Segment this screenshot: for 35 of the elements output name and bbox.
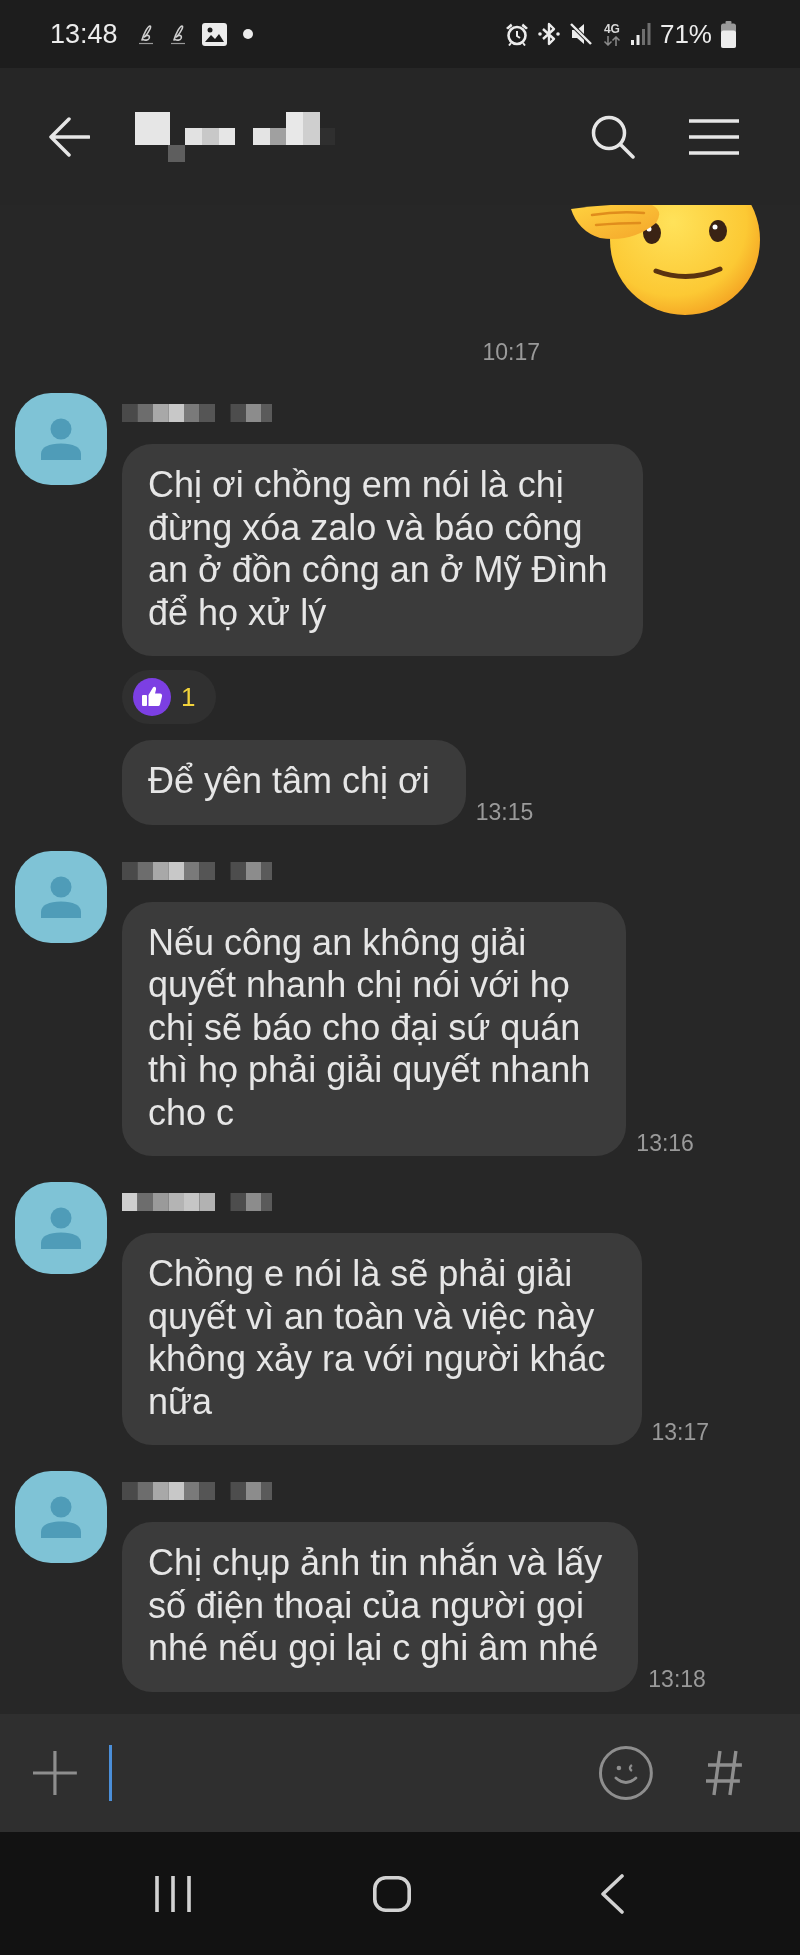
- signature-icon: [137, 23, 154, 45]
- status-time: 13:48: [50, 18, 118, 50]
- menu-icon[interactable]: [688, 118, 740, 155]
- saluting-face-icon: [570, 205, 760, 315]
- network-type: 4G: [603, 22, 620, 35]
- signature-icon: [169, 23, 186, 45]
- back-arrow-icon[interactable]: [48, 116, 90, 157]
- image-icon: [201, 22, 227, 46]
- battery-percent: 71%: [659, 18, 712, 50]
- recent-apps-icon[interactable]: [155, 1875, 191, 1912]
- alarm-clock-icon: [504, 22, 529, 46]
- home-icon[interactable]: [373, 1875, 411, 1912]
- battery-icon: [721, 20, 736, 48]
- plus-icon[interactable]: [32, 1750, 78, 1796]
- signal-icon: [630, 23, 651, 45]
- data-arrows-icon: [601, 35, 622, 46]
- notification-dot-icon: [242, 29, 253, 39]
- message-time: 13:16: [636, 1130, 694, 1156]
- muted-speaker-icon: [568, 22, 593, 46]
- message-bubble: Chị ơi chồng em nói là chị đừng xóa zalo và báo công an ở đồn công an ở Mỹ Đình để họ xử lý: [122, 444, 644, 656]
- bluetooth-icon: [537, 22, 560, 46]
- message-bubble: Để yên tâm chị ơi: [122, 740, 466, 825]
- message-time: 13:17: [651, 1419, 710, 1445]
- smiley-icon[interactable]: [599, 1746, 654, 1800]
- thumbs-up-icon: [133, 678, 171, 716]
- message-bubble: Nếu công an không giải quyết nhanh chị nói với họ chị sẽ báo cho đại sứ quán thì họ phải giải quyết nhanh cho c: [122, 901, 627, 1156]
- hash-icon[interactable]: [705, 1750, 743, 1796]
- message-time: 10:17: [482, 339, 540, 365]
- reaction-button[interactable]: 1: [122, 670, 217, 724]
- message-bubble: Chị chụp ảnh tin nhắn và lấy số điện thoại của người gọi nhé nếu gọi lại c ghi âm nhé: [122, 1522, 639, 1692]
- message-time: 13:15: [475, 798, 534, 825]
- search-icon[interactable]: [591, 114, 635, 159]
- message-bubble: Chồng e nói là sẽ phải giải quyết vì an toàn và việc này không xảy ra với người khác nữa: [122, 1233, 642, 1445]
- back-icon[interactable]: [600, 1873, 624, 1914]
- message-time: 13:18: [648, 1665, 706, 1692]
